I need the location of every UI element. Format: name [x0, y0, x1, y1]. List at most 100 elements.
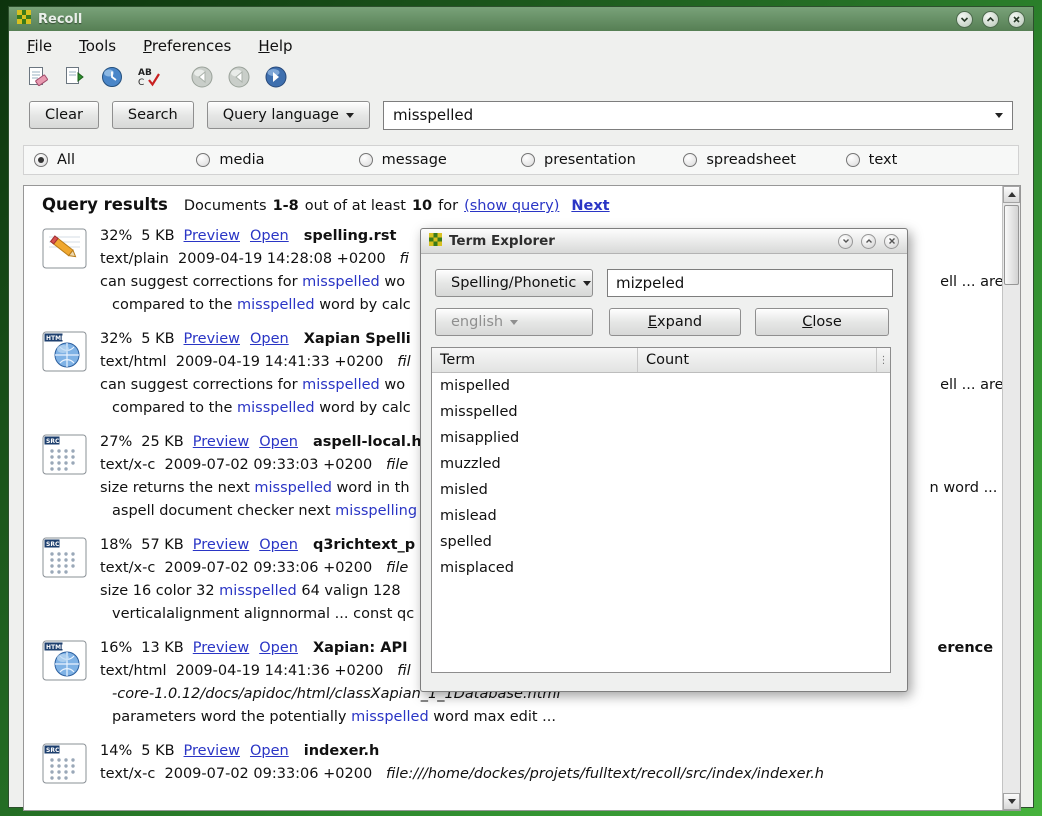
open-link[interactable]: Open [250, 228, 289, 244]
term-explorer-icon[interactable]: ABC [136, 64, 162, 90]
open-link[interactable]: Open [250, 743, 289, 759]
menu-help[interactable]: Help [258, 37, 292, 55]
term-row[interactable]: mislead [432, 503, 890, 529]
page-prev-icon[interactable] [226, 64, 252, 90]
result-title: spelling.rst [304, 228, 397, 244]
results-total: 10 [412, 198, 432, 214]
text-segment: size 16 color 32 [100, 583, 219, 599]
preview-link[interactable]: Preview [184, 228, 240, 244]
results-scrollbar[interactable] [1002, 186, 1020, 810]
documents-label: Documents [184, 198, 267, 214]
expand-button[interactable]: Expand [609, 308, 741, 336]
query-input[interactable] [393, 106, 995, 124]
scroll-up-button[interactable] [1003, 186, 1020, 203]
next-page-link[interactable]: Next [571, 198, 609, 214]
radio-icon[interactable] [521, 153, 535, 167]
update-index-icon[interactable] [62, 64, 88, 90]
filter-media[interactable]: media [196, 152, 358, 168]
history-icon[interactable] [99, 64, 125, 90]
open-link[interactable]: Open [259, 537, 298, 553]
text-segment: n word ... [930, 480, 998, 496]
scrollbar-thumb[interactable] [1004, 205, 1019, 285]
count-column-header[interactable]: Count [638, 348, 876, 372]
term-row[interactable]: misspelled [432, 399, 890, 425]
filter-text[interactable]: text [846, 152, 1008, 168]
open-link[interactable]: Open [259, 434, 298, 450]
file-type-html-icon[interactable]: HTML [42, 637, 100, 729]
header-menu-icon[interactable]: ⋮ [876, 348, 890, 372]
unshade-icon[interactable] [982, 11, 999, 28]
text-segment: can suggest corrections for [100, 377, 302, 393]
dialog-titlebar[interactable]: Term Explorer [421, 229, 907, 254]
term-column-header[interactable]: Term [432, 348, 638, 372]
chevron-down-icon [583, 281, 591, 286]
preview-link[interactable]: Preview [193, 640, 249, 656]
show-query-link[interactable]: (show query) [464, 198, 559, 214]
file-type-src-icon[interactable]: SRC [42, 431, 100, 523]
search-button[interactable]: Search [112, 101, 194, 129]
filter-message[interactable]: message [359, 152, 521, 168]
unshade-icon[interactable] [861, 234, 876, 249]
expansion-mode-combo[interactable]: Spelling/Phonetic [435, 269, 593, 297]
chevron-down-icon[interactable] [995, 113, 1003, 118]
term-row[interactable]: muzzled [432, 451, 890, 477]
highlight-term: misspelled [302, 274, 380, 290]
radio-icon[interactable] [683, 153, 697, 167]
shade-icon[interactable] [838, 234, 853, 249]
window-titlebar[interactable]: Recoll [9, 7, 1033, 31]
preview-link[interactable]: Preview [193, 434, 249, 450]
filter-presentation[interactable]: presentation [521, 152, 683, 168]
result-body: 18%57 KBPreviewOpenq3richtext_ptext/x-c … [100, 534, 415, 626]
close-icon[interactable] [1008, 11, 1025, 28]
term-input[interactable] [607, 269, 893, 297]
radio-icon[interactable] [34, 153, 48, 167]
file-type-html-icon[interactable]: HTML [42, 328, 100, 420]
close-icon[interactable] [884, 234, 899, 249]
result-snippet: verticalalignment alignnormal ... const … [100, 603, 415, 626]
text-segment: word in th [332, 480, 410, 496]
preview-link[interactable]: Preview [184, 743, 240, 759]
filter-spreadsheet[interactable]: spreadsheet [683, 152, 845, 168]
file-type-txt-icon[interactable] [42, 225, 100, 317]
filter-all[interactable]: All [34, 152, 196, 168]
menu-file[interactable]: File [27, 37, 52, 55]
query-combobox[interactable] [383, 101, 1013, 130]
preview-link[interactable]: Preview [184, 331, 240, 347]
preview-link[interactable]: Preview [193, 537, 249, 553]
tool-bar: ABC [9, 60, 1033, 94]
term-row[interactable]: mispelled [432, 373, 890, 399]
close-button[interactable]: Close [755, 308, 889, 336]
filter-label: message [382, 152, 447, 168]
page-next-icon[interactable] [263, 64, 289, 90]
term-table-header[interactable]: Term Count ⋮ [432, 348, 890, 373]
shade-icon[interactable] [956, 11, 973, 28]
result-title: aspell-local.h [313, 434, 422, 450]
file-type-src-icon[interactable]: SRC [42, 534, 100, 626]
text-segment: q3richtext_p [313, 537, 415, 553]
scroll-down-button[interactable] [1003, 793, 1020, 810]
open-link[interactable]: Open [259, 640, 298, 656]
highlight-term: misspelled [219, 583, 297, 599]
term-row[interactable]: spelled [432, 529, 890, 555]
clear-search-icon[interactable] [25, 64, 51, 90]
text-segment: compared to the [112, 297, 237, 313]
open-link[interactable]: Open [250, 331, 289, 347]
query-language-combo[interactable]: Query language [207, 101, 370, 129]
language-combo: english [435, 308, 593, 336]
radio-icon[interactable] [196, 153, 210, 167]
menu-tools[interactable]: Tools [79, 37, 116, 55]
term-row[interactable]: misled [432, 477, 890, 503]
svg-text:HTML: HTML [46, 644, 65, 651]
clear-button[interactable]: Clear [29, 101, 99, 129]
term-row[interactable]: misapplied [432, 425, 890, 451]
menu-preferences[interactable]: Preferences [143, 37, 231, 55]
term-row[interactable]: misplaced [432, 555, 890, 581]
file-size: 5 KB [141, 331, 174, 347]
text-segment: word by calc [315, 297, 411, 313]
page-first-icon[interactable] [189, 64, 215, 90]
term-cell: misled [440, 482, 488, 498]
results-title: Query results [42, 195, 168, 214]
file-type-src-icon[interactable]: SRC [42, 740, 100, 789]
radio-icon[interactable] [846, 153, 860, 167]
radio-icon[interactable] [359, 153, 373, 167]
